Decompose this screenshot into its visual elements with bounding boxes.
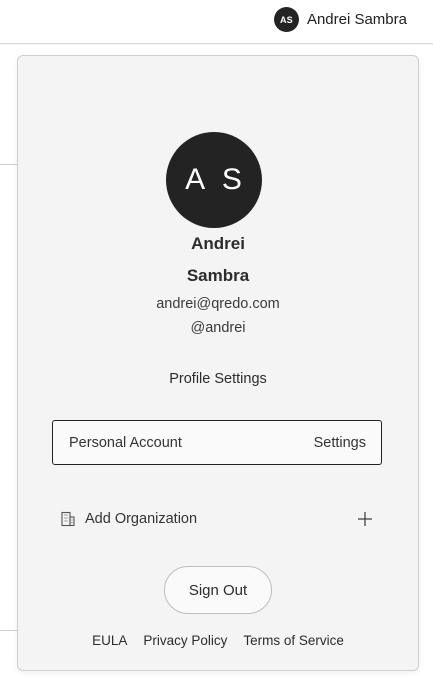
terms-of-service-link[interactable]: Terms of Service [243, 633, 344, 648]
background-divider [0, 164, 17, 165]
profile-first-name: Andrei [191, 234, 245, 253]
add-organization-button[interactable]: Add Organization [60, 506, 373, 532]
background-divider [0, 630, 17, 631]
profile-settings-link[interactable]: Profile Settings [18, 371, 418, 387]
add-organization-label: Add Organization [85, 511, 198, 527]
avatar: AS [273, 7, 299, 32]
privacy-policy-link[interactable]: Privacy Policy [143, 633, 227, 648]
personal-account-card[interactable]: Personal Account Settings [52, 420, 382, 465]
sign-out-button[interactable]: Sign Out [164, 566, 272, 614]
account-settings-link[interactable]: Settings [314, 435, 366, 451]
building-icon [60, 511, 76, 527]
user-menu-trigger[interactable]: AS Andrei Sambra [273, 7, 407, 32]
profile-avatar: A S [166, 132, 262, 228]
user-name: Andrei Sambra [306, 11, 407, 28]
profile-handle: @andrei [190, 320, 246, 336]
footer-links: EULA Privacy Policy Terms of Service [18, 633, 418, 648]
profile-dropdown-panel: A S Andrei Sambra andrei@qredo.com @andr… [17, 55, 419, 671]
profile-email: andrei@qredo.com [156, 296, 280, 312]
eula-link[interactable]: EULA [92, 633, 127, 648]
plus-icon[interactable] [357, 511, 373, 527]
profile-last-name: Sambra [186, 266, 250, 285]
account-label: Personal Account [69, 434, 182, 451]
top-bar: AS Andrei Sambra [0, 0, 433, 44]
